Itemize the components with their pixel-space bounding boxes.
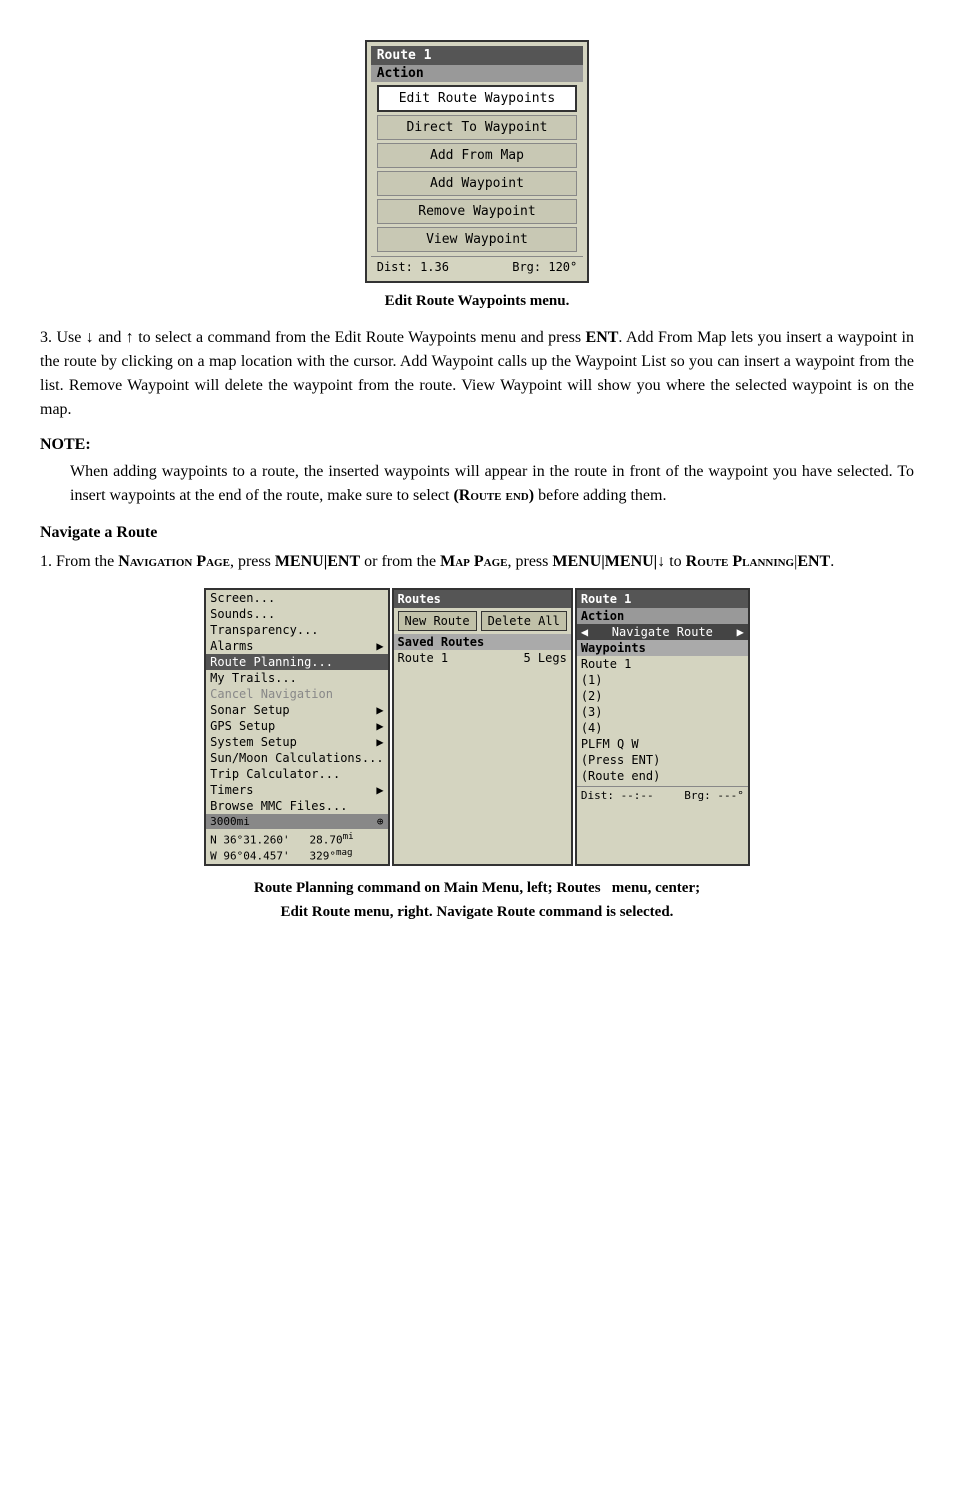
top-status-bar: Dist: 1.36 Brg: 120° [371, 256, 584, 277]
right-wp-route1: Route 1 [577, 656, 748, 672]
right-arrow-icon: ▶ [737, 625, 744, 639]
center-panel: Routes New Route Delete All Saved Routes… [392, 588, 573, 866]
right-wp-press-ent: (Press ENT) [577, 752, 748, 768]
paragraph1: 3. Use ↓ and ↑ to select a command from … [40, 326, 914, 422]
note-block: When adding waypoints to a route, the in… [70, 460, 914, 508]
right-wp-2: (2) [577, 688, 748, 704]
menu-add-from-map[interactable]: Add From Map [377, 143, 578, 168]
left-item-sonar-setup[interactable]: Sonar Setup▶ [206, 702, 387, 718]
menu-remove-waypoint[interactable]: Remove Waypoint [377, 199, 578, 224]
menu-add-waypoint[interactable]: Add Waypoint [377, 171, 578, 196]
triple-panel-screenshot: Screen... Sounds... Transparency... Alar… [40, 588, 914, 866]
bottom-caption: Route Planning command on Main Menu, lef… [40, 876, 914, 924]
top-device-panel: Route 1 Action Edit Route Waypoints Dire… [365, 40, 590, 283]
left-coords: N 36°31.260' 28.70mi W 96°04.457' 329°ma… [206, 829, 387, 864]
top-panel-title: Route 1 [371, 46, 584, 65]
left-bottom-bar: 3000mi ⊕ [206, 814, 387, 829]
left-item-timers[interactable]: Timers▶ [206, 782, 387, 798]
right-wp-4: (4) [577, 720, 748, 736]
new-route-button[interactable]: New Route [398, 611, 477, 631]
left-item-system-setup[interactable]: System Setup▶ [206, 734, 387, 750]
route-name: Route 1 [398, 651, 449, 665]
menu-edit-route-waypoints[interactable]: Edit Route Waypoints [377, 85, 578, 112]
left-item-gps-setup[interactable]: GPS Setup▶ [206, 718, 387, 734]
routes-buttons: New Route Delete All [394, 608, 571, 634]
navigate-route-heading: Navigate a Route [40, 524, 914, 542]
note-heading: NOTE: [40, 436, 914, 454]
left-item-alarms[interactable]: Alarms▶ [206, 638, 387, 654]
left-item-cancel-navigation: Cancel Navigation [206, 686, 387, 702]
left-item-sunmoon[interactable]: Sun/Moon Calculations... [206, 750, 387, 766]
left-arrow-icon: ◀ [581, 625, 588, 639]
right-wp-1: (1) [577, 672, 748, 688]
coord-n: N 36°31.260' 28.70mi [210, 831, 383, 847]
delete-all-button[interactable]: Delete All [481, 611, 567, 631]
right-status-bar: Dist: --:-- Brg: ---° [577, 786, 748, 804]
left-item-transparency[interactable]: Transparency... [206, 622, 387, 638]
navigate-route-label: Navigate Route [612, 625, 713, 639]
right-panel-title: Route 1 [577, 590, 748, 608]
saved-routes-label: Saved Routes [394, 634, 571, 650]
left-item-screen[interactable]: Screen... [206, 590, 387, 606]
status-brg: Brg: 120° [512, 260, 577, 274]
left-item-route-planning[interactable]: Route Planning... [206, 654, 387, 670]
right-wp-route-end: (Route end) [577, 768, 748, 784]
left-panel: Screen... Sounds... Transparency... Alar… [204, 588, 389, 866]
top-action-label: Action [371, 65, 584, 82]
left-item-my-trails[interactable]: My Trails... [206, 670, 387, 686]
route-legs: 5 Legs [523, 651, 566, 665]
menu-direct-to-waypoint[interactable]: Direct To Waypoint [377, 115, 578, 140]
top-caption: Edit Route Waypoints menu. [40, 293, 914, 310]
right-waypoints-label: Waypoints [577, 640, 748, 656]
right-status-dist: Dist: --:-- [581, 789, 654, 802]
left-zoom-icon: ⊕ [377, 815, 384, 828]
left-scale: 3000mi [210, 815, 250, 828]
left-item-browse-mmc[interactable]: Browse MMC Files... [206, 798, 387, 814]
right-action-label: Action [577, 608, 748, 624]
menu-view-waypoint[interactable]: View Waypoint [377, 227, 578, 252]
paragraph2: 1. From the Navigation Page, press MENU|… [40, 550, 914, 574]
left-item-trip-calc[interactable]: Trip Calculator... [206, 766, 387, 782]
right-status-brg: Brg: ---° [684, 789, 744, 802]
coord-w: W 96°04.457' 329°mag [210, 847, 383, 863]
status-dist: Dist: 1.36 [377, 260, 449, 274]
right-wp-plfm: PLFM Q W [577, 736, 748, 752]
left-item-sounds[interactable]: Sounds... [206, 606, 387, 622]
right-navigate-route[interactable]: ◀ Navigate Route ▶ [577, 624, 748, 640]
center-panel-title: Routes [394, 590, 571, 608]
center-route1-row[interactable]: Route 1 5 Legs [394, 650, 571, 666]
right-panel: Route 1 Action ◀ Navigate Route ▶ Waypoi… [575, 588, 750, 866]
right-wp-3: (3) [577, 704, 748, 720]
top-screenshot: Route 1 Action Edit Route Waypoints Dire… [40, 40, 914, 283]
